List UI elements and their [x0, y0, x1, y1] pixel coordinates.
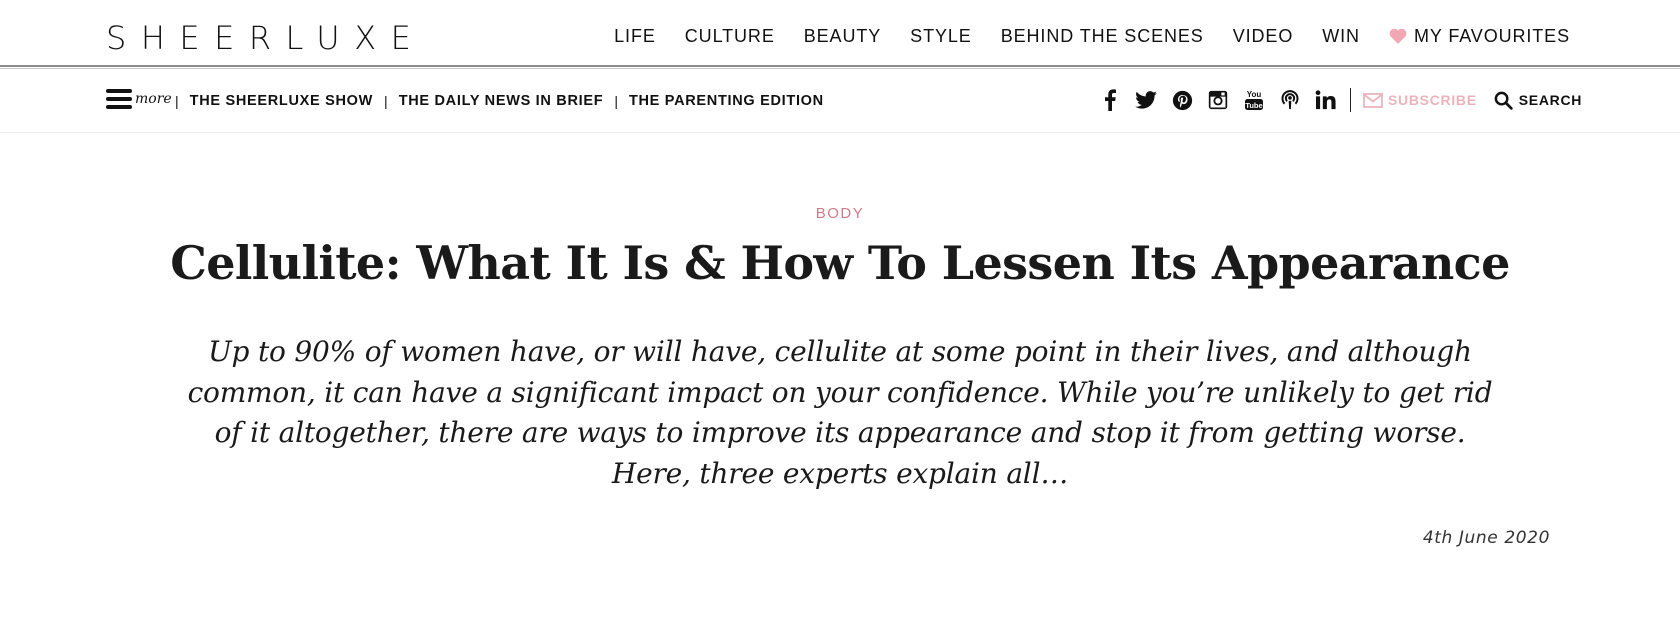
more-menu-button[interactable]: more — [106, 89, 172, 109]
separator: | — [175, 93, 179, 109]
site-logo[interactable]: SHEERLUXE — [106, 18, 425, 58]
nav-item-video[interactable]: VIDEO — [1233, 22, 1294, 50]
envelope-icon — [1363, 92, 1383, 108]
article-date: 4th June 2020 — [1422, 528, 1550, 548]
nav-item-behind-the-scenes[interactable]: BEHIND THE SCENES — [1001, 22, 1204, 50]
more-label: more — [135, 91, 172, 107]
divider — [1350, 88, 1351, 112]
search-button[interactable]: SEARCH — [1494, 91, 1582, 110]
article-category[interactable]: BODY — [0, 205, 1680, 222]
pinterest-icon[interactable] — [1170, 88, 1194, 112]
separator: | — [614, 93, 618, 109]
instagram-icon[interactable] — [1206, 88, 1230, 112]
nav-item-win[interactable]: WIN — [1322, 22, 1360, 50]
nav-item-beauty[interactable]: BEAUTY — [804, 22, 881, 50]
svg-text:You: You — [1247, 90, 1262, 99]
heart-icon — [1389, 28, 1407, 44]
subscribe-link[interactable]: SUBSCRIBE — [1363, 92, 1477, 108]
facebook-icon[interactable] — [1098, 88, 1122, 112]
youtube-icon[interactable]: You Tube — [1242, 88, 1266, 112]
twitter-icon[interactable] — [1134, 88, 1158, 112]
svg-text:Tube: Tube — [1245, 101, 1262, 110]
site-header: SHEERLUXE LIFE CULTURE BEAUTY STYLE BEHI… — [0, 0, 1680, 66]
sub-nav-sheerluxe-show[interactable]: THE SHEERLUXE SHOW — [190, 91, 373, 111]
search-icon — [1494, 91, 1513, 110]
social-links: You Tube SUBSCRIBE SEARCH — [1098, 88, 1582, 112]
sub-header: more | THE SHEERLUXE SHOW | THE DAILY NE… — [0, 69, 1680, 133]
sub-nav: | THE SHEERLUXE SHOW | THE DAILY NEWS IN… — [168, 91, 824, 111]
linkedin-icon[interactable] — [1314, 88, 1338, 112]
sub-nav-daily-news[interactable]: THE DAILY NEWS IN BRIEF — [399, 91, 604, 111]
podcast-icon[interactable] — [1278, 88, 1302, 112]
nav-item-life[interactable]: LIFE — [614, 22, 656, 50]
header-divider — [0, 65, 1680, 67]
my-favourites-label: MY FAVOURITES — [1413, 26, 1570, 46]
main-nav: LIFE CULTURE BEAUTY STYLE BEHIND THE SCE… — [585, 22, 1570, 50]
my-favourites-link[interactable]: MY FAVOURITES — [1389, 22, 1570, 50]
nav-item-culture[interactable]: CULTURE — [685, 22, 775, 50]
separator: | — [384, 93, 388, 109]
sub-nav-parenting-edition[interactable]: THE PARENTING EDITION — [629, 91, 824, 111]
hamburger-icon — [106, 89, 132, 109]
article-title: Cellulite: What It Is & How To Lessen It… — [170, 236, 1510, 290]
article-standfirst: Up to 90% of women have, or will have, c… — [187, 335, 1493, 490]
search-label: SEARCH — [1518, 92, 1583, 108]
nav-item-style[interactable]: STYLE — [910, 22, 972, 50]
subscribe-label: SUBSCRIBE — [1388, 92, 1477, 108]
